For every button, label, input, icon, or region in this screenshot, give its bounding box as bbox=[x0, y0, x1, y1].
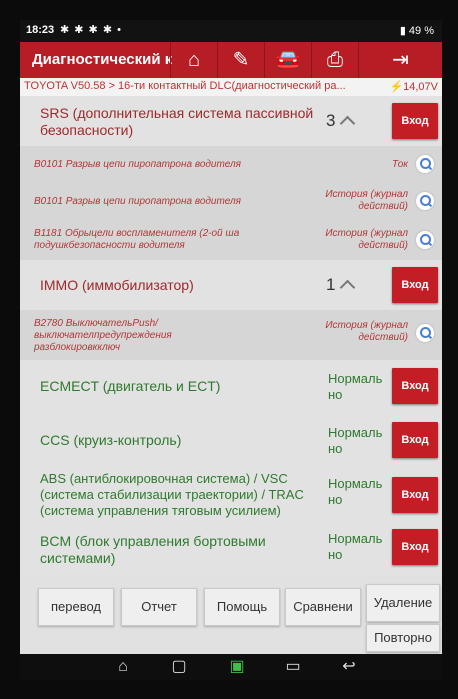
battery-voltage: ⚡14,07V bbox=[389, 81, 438, 93]
system-name: SRS (дополнительная система пассивной бе… bbox=[40, 105, 314, 138]
dtc-row: B0101 Разрыв цепи пиропатрона водителя Т… bbox=[20, 146, 442, 184]
system-status: Нормаль но bbox=[328, 476, 383, 507]
system-row-immo: IMMO (иммобилизатор) 1 Вход bbox=[20, 260, 442, 311]
enter-button[interactable]: Вход bbox=[392, 477, 438, 513]
enter-button[interactable]: Вход bbox=[392, 529, 438, 565]
status-bar: 18:23 ✱ ✱ ✱ ✱ • ▮ 49 % bbox=[20, 20, 442, 42]
search-icon[interactable] bbox=[416, 231, 434, 249]
report-button[interactable]: Отчет bbox=[121, 588, 197, 626]
nav-recents-icon[interactable]: ▢ bbox=[164, 654, 194, 680]
dtc-status: Ток bbox=[391, 159, 408, 170]
tablet-screen: 18:23 ✱ ✱ ✱ ✱ • ▮ 49 % Диагностический к… bbox=[20, 20, 442, 680]
dtc-status: История (журнал действий) bbox=[325, 189, 408, 212]
breadcrumb: TOYOTA V50.58 > 16-ти контактный DLC(диа… bbox=[20, 78, 442, 97]
battery-indicator: ▮ 49 % bbox=[399, 25, 434, 37]
dtc-status: История (журнал действий) bbox=[325, 228, 408, 251]
system-row-abs: ABS (антиблокировочная система) / VSC (с… bbox=[20, 468, 442, 524]
translate-button[interactable]: перевод bbox=[38, 588, 114, 626]
notification-icons: ✱ ✱ ✱ ✱ • bbox=[60, 24, 122, 36]
dtc-description: B0101 Разрыв цепи пиропатрона водителя bbox=[34, 159, 242, 170]
system-row-ecmect: ECMECT (двигатель и ECT) Нормаль но Вход bbox=[20, 360, 442, 414]
enter-button[interactable]: Вход bbox=[392, 368, 438, 404]
print-icon[interactable]: ⎙ bbox=[311, 42, 358, 78]
home-icon[interactable]: ⌂ bbox=[170, 42, 217, 78]
app-bar: Диагностический к ⌂ ✎ 🚘 ⎙ ⇥ bbox=[20, 42, 442, 78]
page-title: Диагностический к bbox=[32, 51, 172, 68]
dtc-description: B1181 Обрыцели воспламенителя (2-ой ша п… bbox=[34, 228, 240, 251]
search-icon[interactable] bbox=[416, 324, 434, 342]
nav-screenshot-icon[interactable]: ▭ bbox=[278, 654, 308, 680]
car-icon[interactable]: 🚘 bbox=[264, 42, 311, 78]
nav-home-icon[interactable]: ⌂ bbox=[108, 654, 138, 680]
dtc-description: B0101 Разрыв цепи пиропатрона водителя bbox=[34, 196, 242, 207]
fault-count: 1 bbox=[326, 275, 336, 294]
bottom-toolbar: перевод Отчет Помощь Сравнени Удаление П… bbox=[20, 576, 442, 654]
system-list[interactable]: SRS (дополнительная система пассивной бе… bbox=[20, 96, 442, 577]
system-row-bcm: BCM (блок управления бортовыми системами… bbox=[20, 523, 442, 577]
system-status: Нормаль но bbox=[328, 371, 383, 402]
system-name: ECMECT (двигатель и ECT) bbox=[40, 378, 221, 394]
dtc-row: B2780 ВыключательPush/ выключателпредупр… bbox=[20, 310, 442, 361]
dtc-status: История (журнал действий) bbox=[325, 320, 408, 343]
system-name: ABS (антиблокировочная система) / VSC (с… bbox=[40, 471, 304, 518]
retry-button[interactable]: Повторно bbox=[366, 624, 440, 652]
dtc-row: B0101 Разрыв цепи пиропатрона водителя И… bbox=[20, 183, 442, 221]
system-row-srs: SRS (дополнительная система пассивной бе… bbox=[20, 96, 442, 147]
delete-button[interactable]: Удаление bbox=[366, 584, 440, 622]
chevron-up-icon[interactable] bbox=[339, 115, 356, 132]
dtc-description: B2780 ВыключательPush/ выключателпредупр… bbox=[34, 318, 172, 353]
breadcrumb-path: TOYOTA V50.58 > 16-ти контактный DLC(диа… bbox=[24, 80, 346, 92]
enter-button[interactable]: Вход bbox=[392, 103, 438, 139]
system-name: CCS (круиз-контроль) bbox=[40, 432, 182, 448]
system-row-ccs: CCS (круиз-контроль) Нормаль но Вход bbox=[20, 413, 442, 469]
help-button[interactable]: Помощь bbox=[204, 588, 280, 626]
enter-button[interactable]: Вход bbox=[392, 422, 438, 458]
fault-count: 3 bbox=[326, 111, 336, 130]
search-icon[interactable] bbox=[416, 155, 434, 173]
compare-button[interactable]: Сравнени bbox=[285, 588, 361, 626]
dtc-row: B1181 Обрыцели воспламенителя (2-ой ша п… bbox=[20, 220, 442, 261]
chevron-up-icon[interactable] bbox=[339, 279, 356, 296]
report-edit-icon[interactable]: ✎ bbox=[217, 42, 264, 78]
system-name: BCM (блок управления бортовыми системами… bbox=[40, 533, 266, 566]
exit-icon[interactable]: ⇥ bbox=[358, 42, 442, 78]
enter-button[interactable]: Вход bbox=[392, 267, 438, 303]
search-icon[interactable] bbox=[416, 192, 434, 210]
nav-vci-icon[interactable]: ▣ bbox=[222, 654, 252, 680]
system-status: Нормаль но bbox=[328, 531, 383, 562]
clock: 18:23 bbox=[26, 24, 55, 36]
nav-back-icon[interactable]: ↩ bbox=[334, 654, 364, 680]
android-nav-bar: ⌂ ▢ ▣ ▭ ↩ bbox=[20, 654, 442, 680]
system-name: IMMO (иммобилизатор) bbox=[40, 277, 194, 293]
system-status: Нормаль но bbox=[328, 425, 383, 456]
